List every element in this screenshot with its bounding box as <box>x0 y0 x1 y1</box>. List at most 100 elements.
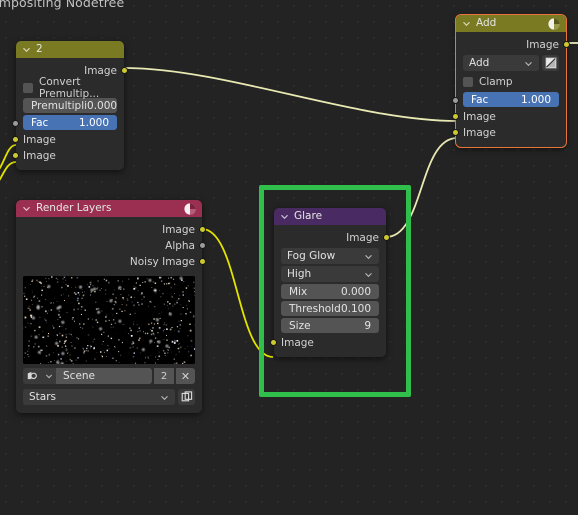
dropdown-value: Add <box>469 57 490 69</box>
collapse-chevron-icon[interactable] <box>22 204 31 213</box>
output-label-image: Image <box>84 65 117 77</box>
node-glare[interactable]: Glare Image Fog Glow High Mix 0.000 Thre… <box>270 208 390 357</box>
node-mix-add[interactable]: Add Image Add Clamp Fac 1.000 Image Imag… <box>452 14 570 148</box>
node-render-layers[interactable]: Render Layers Image Alpha Noisy Image Sc… <box>16 200 206 413</box>
checkbox-clamp[interactable] <box>463 77 473 87</box>
widget-premultiply-value[interactable]: Premultipli 0.000 <box>16 98 124 113</box>
widget-clamp[interactable]: Clamp <box>456 74 566 90</box>
input-socket-image-1[interactable] <box>12 136 19 143</box>
input-label-image-1: Image <box>23 134 56 146</box>
render-preview-image <box>23 276 195 364</box>
field-value: 1.000 <box>78 116 109 129</box>
chevron-down-icon <box>525 61 532 66</box>
node-title: Add <box>476 17 497 30</box>
link-offscreen-to-alphaover-1 <box>0 144 17 170</box>
scene-name-field[interactable]: Scene <box>56 368 152 384</box>
mix-color-icon <box>548 17 560 30</box>
checkbox-label: Convert Premultip... <box>39 76 100 100</box>
output-socket-row-image[interactable]: Image <box>456 37 570 53</box>
field-label: Threshold <box>289 302 341 315</box>
dropdown-value: Stars <box>29 391 57 403</box>
checkbox-convert-premultiply[interactable] <box>23 83 33 93</box>
output-socket-row-image[interactable]: Image <box>16 222 206 238</box>
widget-glare-type[interactable]: Fog Glow <box>274 248 386 264</box>
field-label: Premultipli <box>31 99 88 112</box>
checkbox-label: Clamp <box>479 76 513 88</box>
scene-users-count-button[interactable]: 2 <box>154 368 174 384</box>
node-alpha-over[interactable]: 2 Image Convert Premultip... Premultipli… <box>12 41 128 170</box>
node-header[interactable]: Add <box>456 15 566 32</box>
chevron-down-icon[interactable] <box>45 372 53 380</box>
input-socket-row-image-2[interactable]: Image <box>12 148 124 164</box>
field-value: 0.000 <box>87 99 118 112</box>
output-socket-row-image[interactable]: Image <box>16 63 128 79</box>
widget-threshold[interactable]: Threshold 0.100 <box>274 301 386 316</box>
scene-icon[interactable] <box>23 368 45 384</box>
output-socket-row-alpha[interactable]: Alpha <box>16 238 206 254</box>
input-socket-image[interactable] <box>270 339 277 346</box>
editor-title: ompositing Nodetree <box>0 0 125 10</box>
widget-fac-slider[interactable]: Fac 1.000 <box>12 115 124 130</box>
dropdown-quality[interactable]: High <box>281 266 379 282</box>
collapse-chevron-icon[interactable] <box>22 45 31 54</box>
widget-convert-premultiply[interactable]: Convert Premultip... <box>16 76 124 100</box>
output-socket-image[interactable] <box>121 67 128 74</box>
output-socket-alpha[interactable] <box>199 242 206 249</box>
node-header[interactable]: Glare <box>274 208 386 225</box>
input-label-image-2: Image <box>463 127 496 139</box>
output-label-image: Image <box>526 39 559 51</box>
scene-selector[interactable]: Scene <box>23 368 152 384</box>
scene-unlink-button[interactable]: ✕ <box>176 368 195 384</box>
node-header[interactable]: Render Layers <box>16 200 202 217</box>
field-value: 9 <box>364 319 371 332</box>
output-socket-row-image[interactable]: Image <box>274 230 390 246</box>
dropdown-value: High <box>287 268 312 280</box>
input-socket-image-2[interactable] <box>12 152 19 159</box>
output-socket-image[interactable] <box>383 234 390 241</box>
output-socket-image[interactable] <box>199 226 206 233</box>
widget-blend-mode-row[interactable]: Add <box>456 53 566 73</box>
output-socket-image[interactable] <box>563 41 570 48</box>
node-body: Image Convert Premultip... Premultipli 0… <box>12 58 128 170</box>
node-title: Glare <box>294 210 323 223</box>
collapse-chevron-icon[interactable] <box>280 212 289 221</box>
input-socket-row-image[interactable]: Image <box>270 335 386 351</box>
widget-fac-slider[interactable]: Fac 1.000 <box>452 92 566 107</box>
collapse-chevron-icon[interactable] <box>462 19 471 28</box>
dropdown-view-layer[interactable]: Stars <box>23 389 175 405</box>
chevron-down-icon <box>365 272 372 277</box>
node-body: Image Add Clamp Fac 1.000 Image Image <box>452 32 570 147</box>
input-socket-fac[interactable] <box>452 97 459 104</box>
input-socket-row-image-2[interactable]: Image <box>452 125 566 141</box>
dropdown-glare-type[interactable]: Fog Glow <box>281 248 379 264</box>
output-socket-noisy-image[interactable] <box>199 258 206 265</box>
node-editor-canvas[interactable]: ompositing Nodetree 2 Image Convert Prem… <box>0 0 578 515</box>
field-value: 1.000 <box>520 93 551 106</box>
output-socket-row-noisy-image[interactable]: Noisy Image <box>16 254 206 270</box>
curve-ramp-icon-button[interactable] <box>542 55 559 71</box>
widget-size[interactable]: Size 9 <box>274 318 386 333</box>
input-socket-row-image-1[interactable]: Image <box>12 132 124 148</box>
chevron-down-icon <box>161 395 168 400</box>
node-title: 2 <box>36 43 43 56</box>
scene-picker-row[interactable]: Scene 2 ✕ <box>16 368 202 384</box>
widget-mix[interactable]: Mix 0.000 <box>274 284 386 299</box>
field-label: Fac <box>471 93 489 106</box>
node-header[interactable]: 2 <box>16 41 124 58</box>
input-socket-row-image-1[interactable]: Image <box>452 109 566 125</box>
input-label-image-2: Image <box>23 150 56 162</box>
link-offscreen-to-alphaover-2 <box>0 161 17 181</box>
widget-quality[interactable]: High <box>274 266 386 282</box>
field-label: Fac <box>31 116 49 129</box>
input-socket-image-1[interactable] <box>452 113 459 120</box>
node-title: Render Layers <box>36 202 112 215</box>
field-value: 0.000 <box>340 285 371 298</box>
node-body: Image Fog Glow High Mix 0.000 Threshold … <box>270 225 390 357</box>
output-label-noisy-image: Noisy Image <box>129 256 195 268</box>
input-socket-image-2[interactable] <box>452 129 459 136</box>
dropdown-blend-mode[interactable]: Add <box>463 55 539 71</box>
field-label: Size <box>289 319 311 332</box>
new-layer-icon-button[interactable] <box>178 389 195 405</box>
view-layer-picker-row[interactable]: Stars <box>16 387 202 407</box>
input-socket-fac[interactable] <box>12 120 19 127</box>
